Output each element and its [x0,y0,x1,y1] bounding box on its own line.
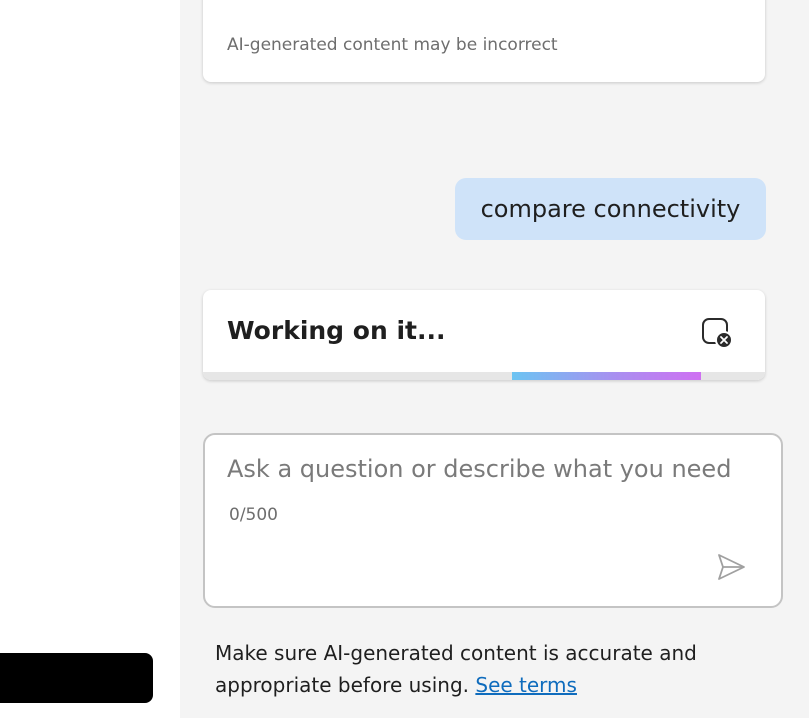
composer-box: 0/500 [203,433,783,608]
prompt-input[interactable] [227,455,767,495]
left-pane [0,0,180,718]
footer-note: Make sure AI-generated content is accura… [215,637,785,701]
chat-pane: AI-generated content may be incorrect co… [180,0,809,718]
working-status-text: Working on it... [227,316,446,345]
redacted-block [0,653,153,703]
ai-disclaimer: AI-generated content may be incorrect [227,35,558,55]
stop-generating-button[interactable] [697,313,737,353]
stop-generating-icon [702,318,733,349]
character-counter: 0/500 [229,505,278,525]
previous-response-card: AI-generated content may be incorrect [203,0,765,82]
progress-track [203,372,765,380]
user-message-bubble: compare connectivity [455,178,766,240]
progress-fill [512,372,702,380]
send-icon [718,554,745,580]
send-button[interactable] [711,547,751,587]
see-terms-link[interactable]: See terms [475,673,577,697]
user-message-text: compare connectivity [480,195,741,223]
footer-note-text: Make sure AI-generated content is accura… [215,641,697,697]
working-status-card: Working on it... [203,290,765,380]
